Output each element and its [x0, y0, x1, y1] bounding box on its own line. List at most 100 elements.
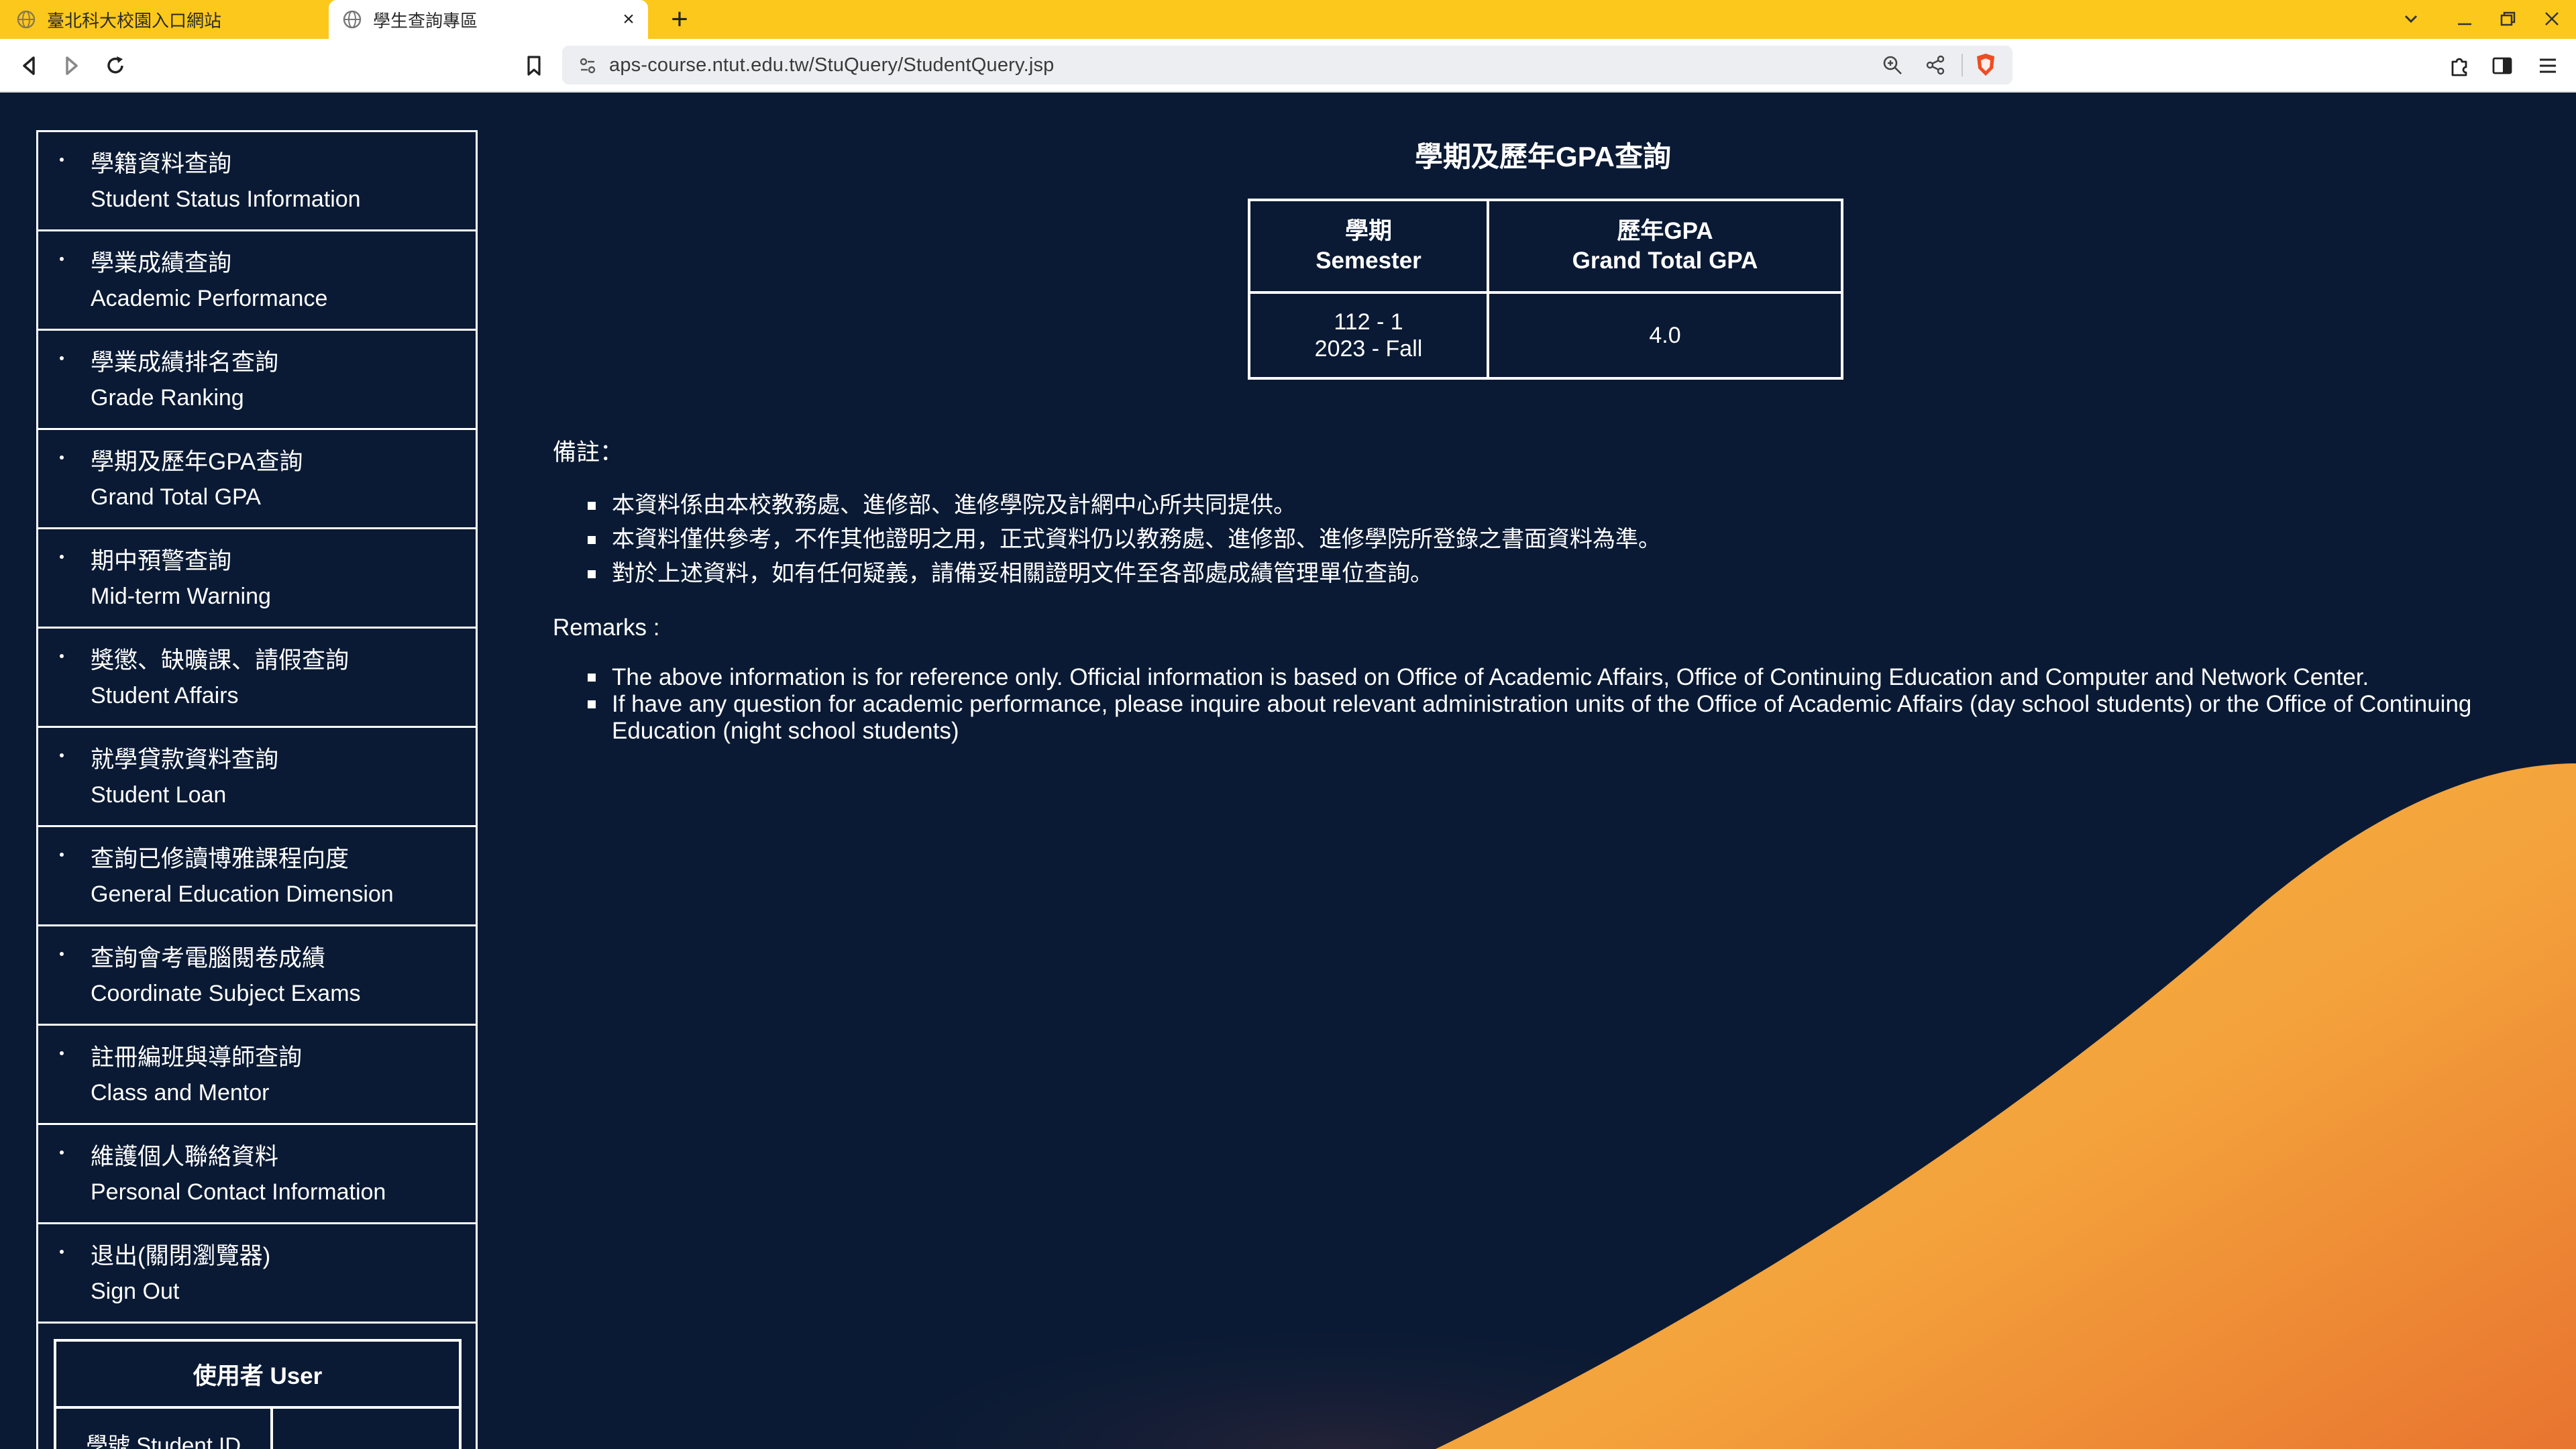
tab-title: 學生查詢專區 [373, 10, 478, 31]
list-item: If have any question for academic perfor… [588, 691, 2493, 745]
forward-icon[interactable] [56, 51, 86, 80]
sidebar-item-class-mentor[interactable]: 註冊編班與導師查詢 Class and Mentor [38, 1026, 476, 1125]
address-bar[interactable]: aps-course.ntut.edu.tw/StuQuery/StudentQ… [562, 46, 2012, 85]
restore-icon[interactable] [2494, 7, 2521, 32]
browser-tab-bar: 臺北科大校園入口網站 學生查詢專區 × + [0, 0, 2576, 39]
sidebar-item-label-en: Personal Contact Information [91, 1179, 386, 1205]
tab-list-chevron-icon[interactable] [2398, 7, 2424, 32]
header-zh: 學期 [1344, 218, 1392, 244]
header-en: Grand Total GPA [1572, 248, 1758, 274]
sidebar-item-label-zh: 退出(關閉瀏覽器) [91, 1243, 271, 1269]
share-icon[interactable] [1924, 54, 1947, 76]
semester-name: 2023 - Fall [1314, 336, 1423, 362]
gpa-value: 4.0 [1649, 323, 1681, 348]
back-icon[interactable] [15, 51, 44, 80]
sidebar-item-label-zh: 查詢已修讀博雅課程向度 [91, 846, 350, 872]
remarks-zh-title: 備註： [553, 439, 624, 466]
divider [1962, 54, 1963, 76]
table-header-gpa: 歷年GPA Grand Total GPA [1487, 201, 1841, 294]
sidebar-item-label-zh: 查詢會考電腦閱卷成績 [91, 945, 326, 971]
header-zh: 歷年GPA [1617, 218, 1713, 244]
bullet [60, 555, 64, 559]
sidebar-item-academic-performance[interactable]: 學業成績查詢 Academic Performance [38, 231, 476, 331]
sidebar-toggle-icon[interactable] [2489, 52, 2516, 79]
sidebar-item-label-zh: 學籍資料查詢 [91, 151, 232, 177]
remarks-en-title: Remarks : [553, 614, 660, 641]
bullet [60, 257, 64, 261]
sidebar-border [476, 1322, 478, 1449]
bullet [60, 753, 64, 757]
semester-code: 112 - 1 [1334, 309, 1403, 335]
url-text: aps-course.ntut.edu.tw/StuQuery/StudentQ… [609, 54, 1055, 76]
sidebar-item-personal-contact[interactable]: 維護個人聯絡資料 Personal Contact Information [38, 1125, 476, 1224]
sidebar-item-label-en: Student Loan [91, 782, 227, 808]
sidebar-border [36, 1322, 38, 1449]
tab-title: 臺北科大校園入口網站 [47, 10, 222, 31]
sidebar-item-label-zh: 維護個人聯絡資料 [91, 1144, 279, 1170]
table-cell-semester: 112 - 1 2023 - Fall [1250, 294, 1487, 377]
user-info-row: 學號 Student ID [56, 1409, 459, 1449]
minimize-icon[interactable] [2451, 7, 2478, 32]
site-info-icon[interactable] [578, 56, 597, 75]
zoom-icon[interactable] [1881, 54, 1904, 76]
bullet [60, 853, 64, 857]
sidebar-item-coordinate-exams[interactable]: 查詢會考電腦閱卷成績 Coordinate Subject Exams [38, 926, 476, 1026]
bullet [60, 356, 64, 360]
page-content: 學籍資料查詢 Student Status Information 學業成績查詢… [0, 93, 2576, 1449]
sidebar-item-label-en: Student Affairs [91, 683, 239, 708]
sidebar-item-sign-out[interactable]: 退出(關閉瀏覽器) Sign Out [38, 1224, 476, 1324]
close-tab-icon[interactable]: × [619, 8, 639, 30]
close-window-icon[interactable] [2538, 7, 2565, 32]
sidebar-item-label-zh: 註冊編班與導師查詢 [91, 1044, 303, 1071]
bullet [60, 158, 64, 162]
bullet [60, 654, 64, 658]
bullet [60, 952, 64, 956]
sidebar-item-label-zh: 學業成績查詢 [91, 250, 232, 276]
tab-student-query[interactable]: 學生查詢專區 × [329, 0, 648, 39]
student-id-label: 學號 Student ID [56, 1409, 273, 1449]
sidebar-menu: 學籍資料查詢 Student Status Information 學業成績查詢… [36, 130, 478, 1324]
user-box-title: 使用者 User [56, 1342, 459, 1409]
table-cell-gpa: 4.0 [1487, 294, 1841, 377]
bullet [60, 1051, 64, 1055]
list-item: 對於上述資料，如有任何疑義，請備妥相關證明文件至各部處成績管理單位查詢。 [588, 557, 2466, 591]
sidebar-item-student-status[interactable]: 學籍資料查詢 Student Status Information [38, 132, 476, 231]
sidebar-item-general-education[interactable]: 查詢已修讀博雅課程向度 General Education Dimension [38, 827, 476, 926]
sidebar-item-label-zh: 學期及歷年GPA查詢 [91, 449, 303, 475]
bookmark-icon[interactable] [519, 51, 549, 80]
brave-shield-icon[interactable] [1974, 52, 1998, 78]
new-tab-button[interactable]: + [664, 4, 695, 35]
sidebar-item-label-en: Student Status Information [91, 186, 361, 212]
sidebar-item-label-en: General Education Dimension [91, 881, 394, 907]
gpa-table: 學期 Semester 歷年GPA Grand Total GPA 112 - … [1248, 199, 1843, 380]
header-en: Semester [1316, 248, 1421, 274]
sidebar-item-grade-ranking[interactable]: 學業成績排名查詢 Grade Ranking [38, 331, 476, 430]
sidebar-item-student-affairs[interactable]: 獎懲、缺曠課、請假查詢 Student Affairs [38, 629, 476, 728]
bullet [60, 1250, 64, 1254]
browser-toolbar: aps-course.ntut.edu.tw/StuQuery/StudentQ… [0, 39, 2576, 93]
sidebar-item-label-en: Grand Total GPA [91, 484, 261, 510]
sidebar-item-student-loan[interactable]: 就學貸款資料查詢 Student Loan [38, 728, 476, 827]
sidebar-item-label-zh: 學業成績排名查詢 [91, 350, 279, 376]
tab-campus-portal[interactable]: 臺北科大校園入口網站 [0, 0, 325, 39]
list-item: 本資料係由本校教務處、進修部、進修學院及計網中心所共同提供。 [588, 488, 2466, 523]
sidebar-item-mid-term-warning[interactable]: 期中預警查詢 Mid-term Warning [38, 529, 476, 629]
page-title: 學期及歷年GPA查詢 [1415, 141, 1671, 172]
extensions-icon[interactable] [2446, 52, 2473, 79]
sidebar-item-label-en: Mid-term Warning [91, 584, 271, 609]
sidebar-item-label-en: Academic Performance [91, 286, 328, 311]
sidebar-item-label-en: Grade Ranking [91, 385, 244, 411]
globe-icon [17, 10, 36, 29]
sidebar-item-label-en: Class and Mentor [91, 1080, 270, 1106]
globe-icon [343, 10, 362, 29]
sidebar-item-grand-total-gpa[interactable]: 學期及歷年GPA查詢 Grand Total GPA [38, 430, 476, 529]
reload-icon[interactable] [101, 51, 130, 80]
menu-icon[interactable] [2534, 52, 2561, 79]
list-item: 本資料僅供參考，不作其他證明之用，正式資料仍以教務處、進修部、進修學院所登錄之書… [588, 523, 2466, 557]
sidebar-item-label-zh: 就學貸款資料查詢 [91, 747, 279, 773]
table-header-semester: 學期 Semester [1250, 201, 1487, 294]
sidebar-item-label-en: Sign Out [91, 1279, 180, 1304]
bullet [60, 1150, 64, 1155]
remarks-en-list: The above information is for reference o… [588, 664, 2493, 745]
sidebar-item-label-en: Coordinate Subject Exams [91, 981, 361, 1006]
